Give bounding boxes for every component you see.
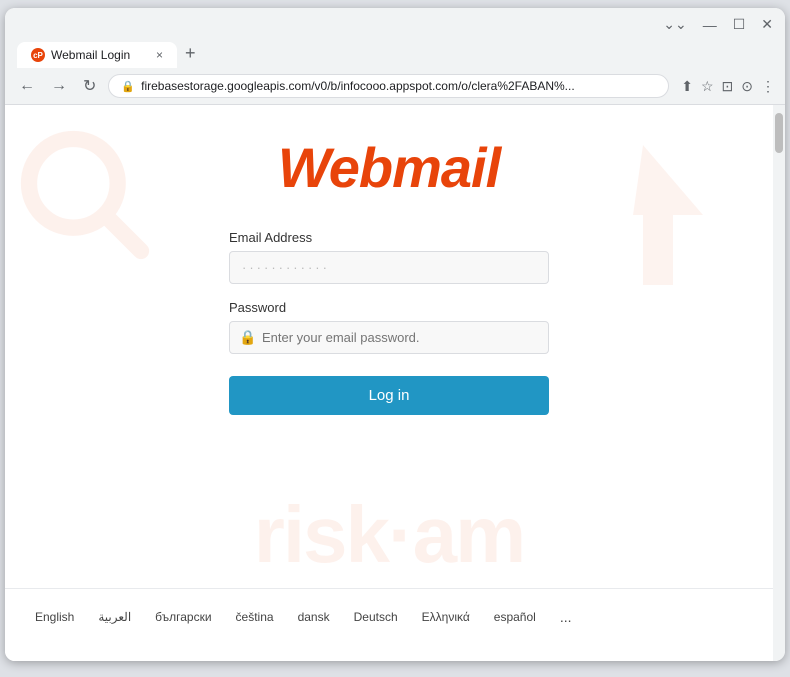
forward-button[interactable]: →	[47, 75, 71, 97]
watermark-text: risk·am	[254, 489, 525, 581]
login-button[interactable]: Log in	[229, 376, 549, 415]
maximize-icon[interactable]: ☐	[733, 16, 746, 33]
login-page: risk·am Webmail Email Address Password 🔒	[5, 105, 773, 661]
lang-spanish[interactable]: español	[494, 610, 536, 624]
address-actions: ⬆ ☆ ⊡ ⊙ ⋮	[681, 78, 775, 95]
address-bar-row: ← → ↻ 🔒 firebasestorage.googleapis.com/v…	[5, 68, 785, 105]
scrollbar-thumb[interactable]	[775, 113, 783, 153]
address-bar[interactable]: 🔒 firebasestorage.googleapis.com/v0/b/in…	[108, 74, 669, 98]
new-tab-button[interactable]: +	[177, 39, 204, 68]
password-form-group: Password 🔒	[229, 300, 549, 354]
page-content: risk·am Webmail Email Address Password 🔒	[5, 105, 773, 661]
lang-greek[interactable]: Ελληνικά	[422, 610, 470, 624]
tab-close-button[interactable]: ×	[156, 48, 163, 62]
password-input-wrapper: 🔒	[229, 321, 549, 354]
browser-window: ⌄⌄ — ☐ ✕ cP Webmail Login × + ← → ↻ 🔒 fi…	[5, 8, 785, 661]
reload-button[interactable]: ↻	[79, 74, 100, 98]
lang-bulgarian[interactable]: български	[155, 610, 211, 624]
email-label: Email Address	[229, 230, 549, 245]
url-display: firebasestorage.googleapis.com/v0/b/info…	[141, 79, 575, 93]
lang-german[interactable]: Deutsch	[354, 610, 398, 624]
login-form-container: Webmail Email Address Password 🔒 Log in	[5, 105, 773, 415]
minimize-icon[interactable]: —	[703, 17, 717, 33]
chevron-up-icon[interactable]: ⌄⌄	[663, 16, 686, 33]
password-input[interactable]	[229, 321, 549, 354]
webmail-logo: Webmail	[278, 135, 500, 200]
email-input[interactable]	[229, 251, 549, 284]
scrollbar-track[interactable]	[773, 105, 785, 661]
language-bar: English العربية български čeština dansk …	[5, 588, 773, 641]
lang-arabic[interactable]: العربية	[98, 610, 131, 624]
tab-title: Webmail Login	[51, 48, 130, 62]
profile-icon[interactable]: ⊙	[741, 78, 753, 95]
password-label: Password	[229, 300, 549, 315]
tab-favicon: cP	[31, 48, 45, 62]
close-icon[interactable]: ✕	[761, 16, 773, 33]
menu-icon[interactable]: ⋮	[761, 78, 775, 95]
email-form-group: Email Address	[229, 230, 549, 284]
lang-more-button[interactable]: ...	[560, 609, 572, 625]
content-wrapper: risk·am Webmail Email Address Password 🔒	[5, 105, 785, 661]
back-button[interactable]: ←	[15, 75, 39, 97]
password-lock-icon: 🔒	[239, 329, 256, 346]
bookmark-icon[interactable]: ☆	[701, 78, 714, 95]
lang-czech[interactable]: čeština	[236, 610, 274, 624]
title-bar: ⌄⌄ — ☐ ✕ cP Webmail Login × +	[5, 8, 785, 68]
lang-danish[interactable]: dansk	[298, 610, 330, 624]
lang-english[interactable]: English	[35, 610, 74, 624]
secure-lock-icon: 🔒	[121, 80, 135, 93]
tab-search-icon[interactable]: ⊡	[722, 78, 734, 95]
share-icon[interactable]: ⬆	[681, 78, 693, 95]
active-tab[interactable]: cP Webmail Login ×	[17, 42, 177, 68]
